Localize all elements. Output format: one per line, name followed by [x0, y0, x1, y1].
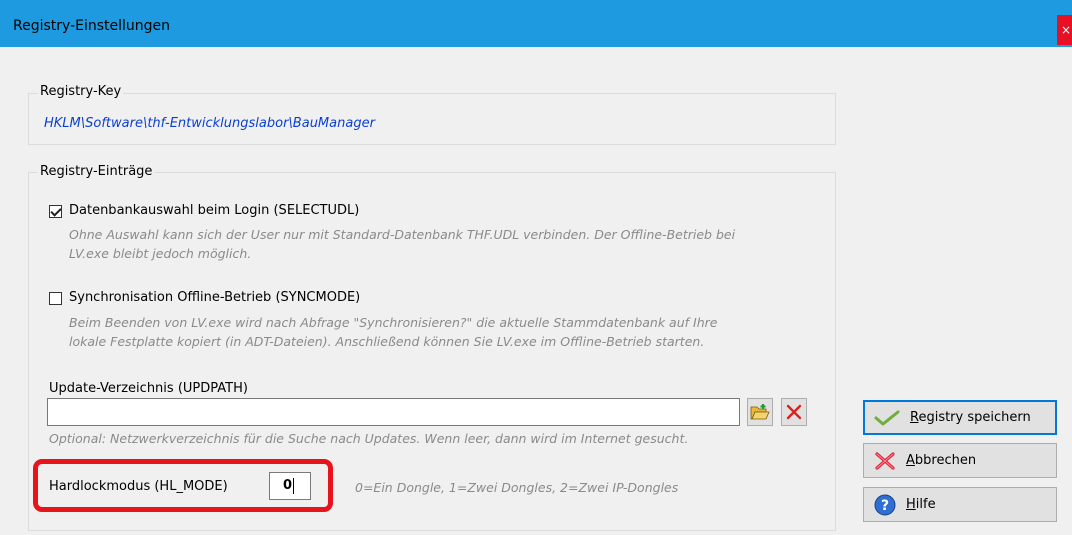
cancel-accel: A [906, 453, 915, 468]
updpath-hint: Optional: Netzwerkverzeichnis für die Su… [49, 431, 689, 446]
updpath-label: Update-Verzeichnis (UPDPATH) [49, 381, 248, 396]
selectudl-description-line1: Ohne Auswahl kann sich der User nur mit … [69, 227, 736, 242]
syncmode-checkbox[interactable] [49, 292, 62, 305]
registry-key-path: HKLM\Software\thf-Entwicklungslabor\BauM… [44, 116, 375, 131]
checkmark-icon [874, 410, 900, 425]
selectudl-checkbox[interactable] [49, 205, 62, 218]
close-button[interactable]: × [1057, 15, 1072, 45]
syncmode-label[interactable]: Synchronisation Offline-Betrieb (SYNCMOD… [69, 290, 360, 305]
folder-open-icon [750, 404, 770, 420]
hl-mode-hint: 0=Ein Dongle, 1=Zwei Dongles, 2=Zwei IP-… [355, 480, 679, 495]
hl-mode-label: Hardlockmodus (HL_MODE) [49, 479, 228, 494]
red-x-icon [786, 404, 802, 420]
browse-folder-button[interactable] [747, 398, 773, 426]
cancel-button[interactable]: Abbrechen [863, 443, 1057, 478]
help-accel: H [906, 497, 916, 512]
save-label: egistry speichern [918, 410, 1031, 425]
save-registry-button[interactable]: Registry speichern [863, 400, 1057, 435]
help-label: ilfe [915, 497, 936, 512]
updpath-input[interactable] [47, 398, 740, 426]
cancel-label: bbrechen [914, 453, 977, 468]
help-icon: ? [874, 494, 896, 515]
help-button[interactable]: ? Hilfe [863, 487, 1057, 522]
hl-mode-value: 0 [283, 478, 293, 493]
hl-mode-input[interactable]: 0 [269, 472, 311, 500]
title-bar: Registry-Einstellungen [0, 0, 1072, 47]
window-title: Registry-Einstellungen [13, 18, 171, 34]
text-caret [293, 477, 295, 494]
red-x-icon [875, 451, 895, 470]
registry-entries-group-label: Registry-Einträge [38, 164, 155, 179]
selectudl-description-line2: LV.exe bleibt jedoch möglich. [69, 246, 252, 261]
svg-text:?: ? [881, 498, 889, 514]
registry-key-group-label: Registry-Key [38, 84, 124, 99]
selectudl-label[interactable]: Datenbankauswahl beim Login (SELECTUDL) [69, 203, 359, 218]
syncmode-description-line2: lokale Festplatte kopiert (in ADT-Dateie… [69, 334, 705, 349]
clear-path-button[interactable] [781, 398, 807, 426]
syncmode-description-line1: Beim Beenden von LV.exe wird nach Abfrag… [69, 315, 718, 330]
